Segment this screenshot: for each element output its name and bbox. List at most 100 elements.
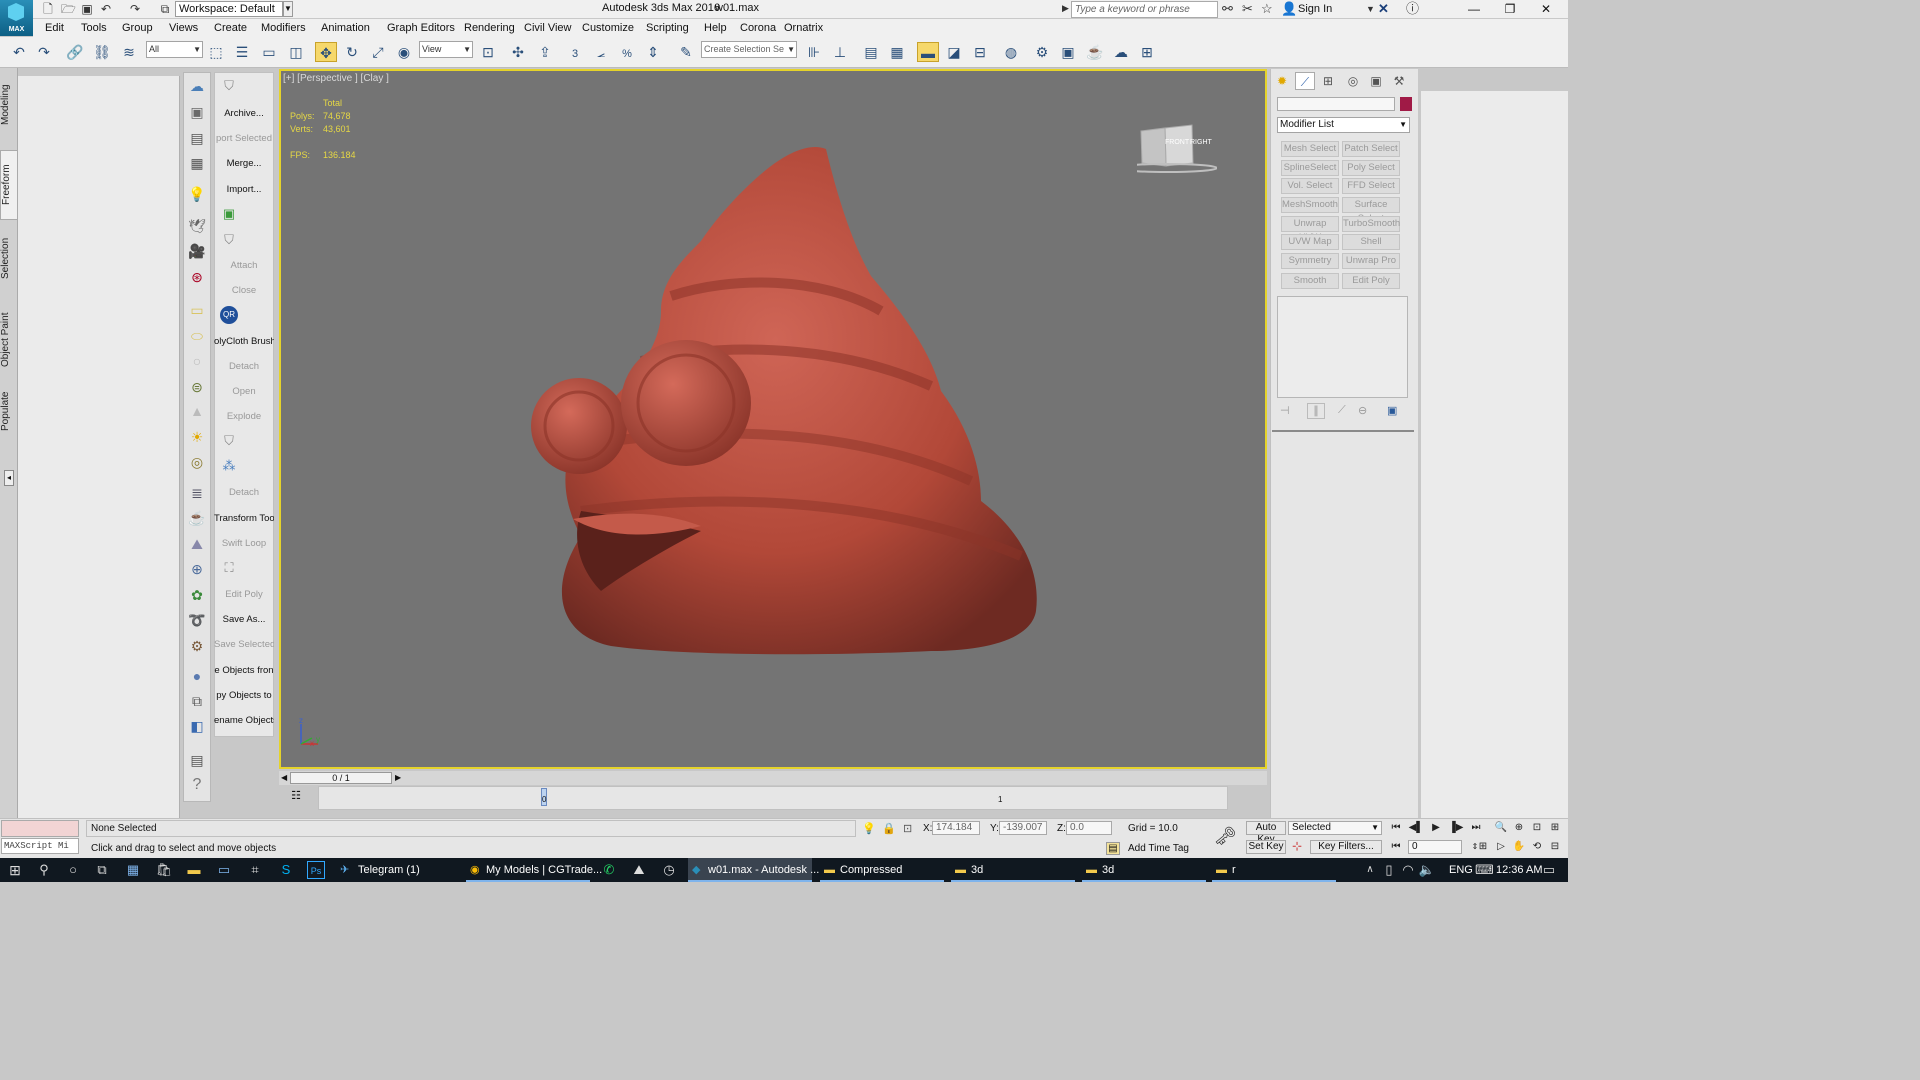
store-icon[interactable]: 🛍 — [155, 861, 173, 879]
time-config-icon[interactable]: ⊞ — [1474, 840, 1492, 854]
layers-icon[interactable]: ≣ — [187, 483, 207, 503]
detach-button[interactable]: Detach — [214, 361, 274, 372]
viewcube[interactable] — [1137, 123, 1218, 173]
mirror-icon[interactable]: ⊪ — [803, 42, 825, 62]
network-tray-icon[interactable]: ▯ — [1380, 861, 1398, 879]
menu-views[interactable]: Views — [169, 22, 198, 34]
render-a360-icon[interactable]: ⊞ — [1136, 42, 1158, 62]
display-tab-icon[interactable]: ▣ — [1366, 72, 1386, 90]
grass-icon[interactable]: ✿ — [187, 585, 207, 605]
orbit-icon[interactable]: ⟲ — [1528, 840, 1546, 854]
taskbar-folder-3d-2[interactable]: ▬ 3d — [1082, 858, 1206, 882]
volume-icon[interactable]: 🔈 — [1418, 861, 1436, 879]
notifications-icon[interactable]: ▭ — [1540, 861, 1558, 879]
menu-create[interactable]: Create — [214, 22, 247, 34]
basket-icon[interactable]: ⊜ — [187, 377, 207, 397]
ffd-select-button[interactable]: FFD Select — [1342, 178, 1400, 194]
go-to-start-icon[interactable]: ⏮ — [1387, 821, 1405, 835]
perspective-viewport[interactable] — [279, 69, 1267, 769]
disc-icon[interactable]: ◎ — [187, 452, 207, 472]
film-reel-icon[interactable]: ⊛ — [187, 267, 207, 287]
redo-icon[interactable]: ↷ — [33, 42, 55, 62]
field-of-view-icon[interactable]: ▷ — [1492, 840, 1510, 854]
gear-icon[interactable]: ⚙ — [187, 636, 207, 656]
light-icon[interactable]: 💡 — [187, 184, 207, 204]
whatsapp-icon[interactable]: ✆ — [600, 861, 618, 879]
shell-button[interactable]: Shell — [1342, 234, 1400, 250]
isolate-icon[interactable]: 💡 — [862, 822, 876, 835]
desktop-icon[interactable]: ▭ — [215, 861, 233, 879]
window-crossing-icon[interactable]: ◫ — [285, 42, 307, 62]
select-by-name-icon[interactable]: ☰ — [231, 42, 253, 62]
clock-app-icon[interactable]: ◷ — [660, 861, 678, 879]
taskbar-chrome[interactable]: ◉ My Models | CGTrade... — [466, 858, 602, 882]
export-selected-button[interactable]: port Selected — [214, 133, 274, 144]
modifier-list-dropdown[interactable]: Modifier List ▼ — [1277, 117, 1410, 133]
taskbar-folder-3d[interactable]: ▬ 3d — [951, 858, 1075, 882]
z-coordinate-field[interactable]: 0.0 — [1066, 821, 1112, 835]
object-color-swatch[interactable] — [1400, 97, 1412, 111]
windows-start-icon[interactable]: ⊞ — [6, 861, 24, 879]
bind-space-warp-icon[interactable]: ≋ — [118, 42, 140, 62]
tab-selection[interactable]: Selection — [0, 232, 18, 284]
key-filters-button[interactable]: Key Filters... — [1310, 840, 1382, 854]
pivot-center-icon[interactable]: ⊡ — [477, 42, 499, 62]
sphere-icon[interactable]: ○ — [187, 351, 207, 371]
time-slider[interactable] — [279, 771, 1267, 785]
render-production-icon[interactable]: ☕ — [1084, 42, 1106, 62]
spinner-snap-icon[interactable]: ⇕ — [642, 42, 664, 62]
mesh-select-button[interactable]: Mesh Select — [1281, 141, 1339, 157]
language-indicator[interactable]: ENG — [1449, 858, 1473, 882]
viewcube-front[interactable]: FRONT — [1165, 139, 1189, 146]
select-manipulate-icon[interactable]: ✣ — [507, 42, 529, 62]
toggle-scene-explorer-icon[interactable]: ▤ — [860, 42, 882, 62]
taskbar-compressed[interactable]: ▬ Compressed — [820, 858, 944, 882]
swift-loop-button[interactable]: Swift Loop — [214, 538, 274, 549]
particles-icon[interactable]: ⁂ — [220, 457, 238, 475]
copy-icon[interactable]: ⧉ — [187, 691, 207, 711]
previous-frame-icon[interactable]: ◀▌ — [1407, 821, 1425, 835]
menu-rendering[interactable]: Rendering — [464, 22, 515, 34]
workspace-dropdown[interactable]: Workspace: Default — [175, 1, 283, 17]
user-icon[interactable]: 👤 — [1281, 2, 1297, 16]
calculator-icon[interactable]: ▦ — [124, 861, 142, 879]
tab-freeform[interactable]: Freeform — [0, 150, 18, 220]
track-bar[interactable] — [318, 786, 1228, 810]
next-frame-icon[interactable]: ▐▶ — [1447, 821, 1465, 835]
render-setup-icon[interactable]: ⚙ — [1031, 42, 1053, 62]
unwrap-uvw-button[interactable]: Unwrap UVW — [1281, 216, 1339, 243]
keyboard-shortcut-override-icon[interactable]: ⇪ — [534, 42, 556, 62]
search-icon[interactable]: ⚲ — [35, 861, 53, 879]
help-icon[interactable]: ? — [187, 775, 207, 795]
motion-tab-icon[interactable]: ◎ — [1343, 72, 1363, 90]
link-icon[interactable]: 🔗 — [64, 42, 86, 62]
zoom-extents-all-icon[interactable]: ⊞ — [1546, 821, 1564, 835]
viewcube-right[interactable]: RIGHT — [1190, 139, 1212, 146]
menu-help[interactable]: Help — [704, 22, 727, 34]
explode-button[interactable]: Explode — [214, 411, 274, 422]
search-input[interactable]: Type a keyword or phrase — [1071, 1, 1218, 18]
photos-icon[interactable]: ⛰ — [630, 861, 648, 879]
percent-snap-icon[interactable]: % — [616, 42, 638, 62]
plane-icon[interactable]: ▭ — [187, 300, 207, 320]
mini-curve-editor-icon[interactable]: ☷ — [288, 789, 304, 805]
key-icon[interactable]: 🗝 — [1214, 826, 1237, 847]
polycloth-brush-button[interactable]: olyCloth Brush — [214, 336, 274, 347]
menu-scripting[interactable]: Scripting — [646, 22, 689, 34]
curve-editor-icon[interactable]: ◪ — [943, 42, 965, 62]
maxscript-mini-listener[interactable]: MAXScript Mi — [1, 838, 79, 854]
ribbon-expand-icon[interactable]: ◂ — [4, 470, 14, 486]
show-end-result-icon[interactable]: ∥ — [1307, 403, 1325, 419]
ellipse-icon[interactable]: ⬭ — [187, 326, 207, 346]
edit-poly-button[interactable]: Edit Poly — [214, 589, 274, 600]
cortana-icon[interactable]: ○ — [64, 861, 82, 879]
menu-customize[interactable]: Customize — [582, 22, 634, 34]
clock[interactable]: 12:36 AM — [1496, 858, 1542, 882]
select-and-place-icon[interactable]: ◉ — [393, 42, 415, 62]
teapot-icon[interactable]: ☕ — [187, 508, 207, 528]
create-tab-icon[interactable]: ✹ — [1272, 72, 1292, 90]
detach-button-2[interactable]: Detach — [214, 487, 274, 498]
pin-stack-icon[interactable]: ⊣ — [1280, 404, 1290, 417]
close-button[interactable]: Close — [214, 285, 274, 296]
shapes-icon[interactable]: ◧ — [187, 716, 207, 736]
